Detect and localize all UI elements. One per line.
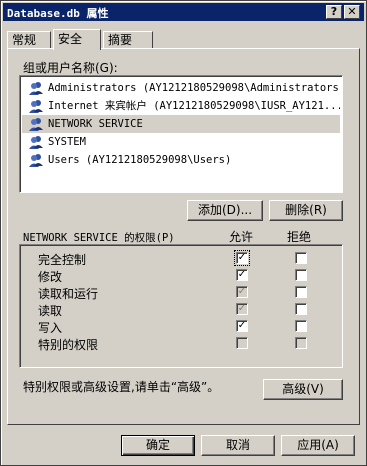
perm-name: 修改 <box>38 270 63 284</box>
deny-checkbox-read[interactable] <box>295 303 307 315</box>
deny-checkbox-full-control[interactable] <box>295 252 307 264</box>
perm-name: 完全控制 <box>38 253 87 267</box>
list-item[interactable]: NETWORK SERVICE <box>22 115 340 133</box>
perm-name: 读取 <box>38 304 63 318</box>
tab-security[interactable]: 安全 <box>53 29 101 50</box>
window-title: Database.db 属性 <box>7 7 109 20</box>
perm-name: 读取和运行 <box>38 287 99 301</box>
tab-general[interactable]: 常规 <box>7 31 51 48</box>
perm-name: 特别的权限 <box>38 338 99 352</box>
ok-button[interactable]: 确定 <box>121 435 195 456</box>
list-item[interactable]: Internet 来宾帐户 (AY1212180529098\IUSR_AY12… <box>22 97 340 115</box>
list-item-label: Administrators (AY1212180529098\Administ… <box>48 82 340 94</box>
list-item-label: Internet 来宾帐户 (AY1212180529098\IUSR_AY12… <box>48 100 340 112</box>
perm-name: 写入 <box>38 321 63 335</box>
user-list[interactable]: Administrators (AY1212180529098\Administ… <box>19 75 343 193</box>
list-item-label: SYSTEM <box>48 136 86 148</box>
allow-checkbox-read: ✓ <box>236 303 248 315</box>
tab-summary[interactable]: 摘要 <box>103 31 153 48</box>
user-group-icon <box>29 118 43 131</box>
deny-checkbox-write[interactable] <box>295 320 307 332</box>
allow-header: 允许 <box>229 230 254 244</box>
user-group-icon <box>29 136 43 149</box>
list-item-label: NETWORK SERVICE <box>48 118 143 130</box>
allow-checkbox-read-execute: ✓ <box>236 286 248 298</box>
user-group-icon <box>29 100 43 113</box>
allow-checkbox-modify[interactable]: ✓ <box>236 269 248 281</box>
apply-button[interactable]: 应用(A) <box>281 435 355 456</box>
help-button[interactable]: ? <box>326 5 342 19</box>
deny-checkbox-modify[interactable] <box>295 269 307 281</box>
properties-dialog: Database.db 属性 ? ✕ 常规 安全 摘要 组或用户名称(G): A… <box>0 0 367 466</box>
list-item[interactable]: Administrators (AY1212180529098\Administ… <box>22 79 340 97</box>
remove-button[interactable]: 删除(R) <box>269 200 343 221</box>
user-group-icon <box>29 82 43 95</box>
deny-checkbox-read-execute[interactable] <box>295 286 307 298</box>
groups-label: 组或用户名称(G): <box>23 61 118 75</box>
permissions-label: NETWORK SERVICE 的权限(P) <box>23 232 175 244</box>
list-item[interactable]: Users (AY1212180529098\Users) <box>22 151 340 169</box>
advanced-button[interactable]: 高级(V) <box>263 379 343 400</box>
advanced-hint: 特别权限或高级设置,请单击“高级”。 <box>23 380 220 394</box>
title-bar[interactable]: Database.db 属性 ? ✕ <box>3 3 364 21</box>
user-group-icon <box>29 154 43 167</box>
allow-checkbox-write[interactable]: ✓ <box>236 320 248 332</box>
list-item-label: Users (AY1212180529098\Users) <box>48 154 232 166</box>
deny-checkbox-special <box>295 337 307 349</box>
allow-checkbox-full-control[interactable]: ✓ <box>234 250 250 266</box>
allow-checkbox-special <box>236 337 248 349</box>
permissions-list: 完全控制 ✓ 修改 ✓ 读取和运行 ✓ 读取 ✓ 写入 ✓ 特别的权限 <box>19 244 343 368</box>
close-button[interactable]: ✕ <box>344 5 360 19</box>
add-button[interactable]: 添加(D)... <box>187 200 263 221</box>
cancel-button[interactable]: 取消 <box>201 435 275 456</box>
list-item[interactable]: SYSTEM <box>22 133 340 151</box>
deny-header: 拒绝 <box>287 230 312 244</box>
